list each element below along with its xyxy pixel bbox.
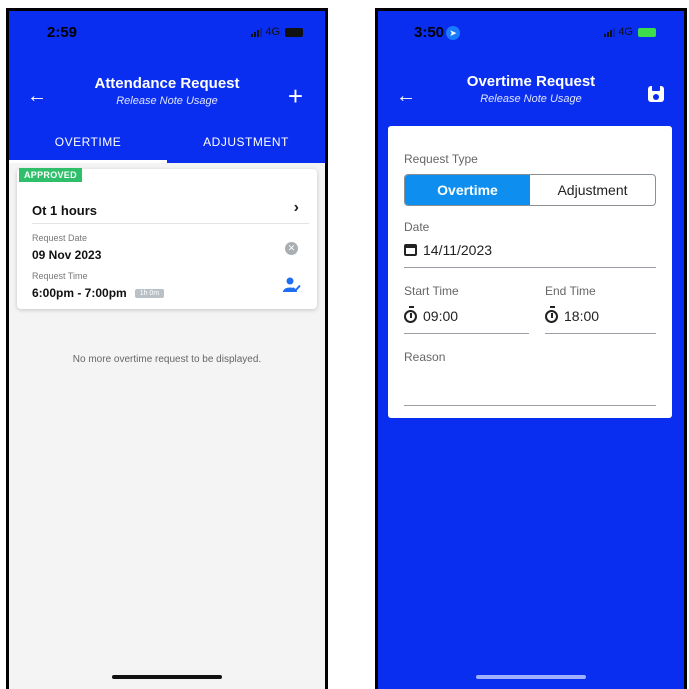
date-field[interactable]: 14/11/2023	[404, 228, 656, 268]
request-title[interactable]: Ot 1 hours	[32, 203, 97, 218]
app-header: ← Overtime Request Release Note Usage	[378, 55, 684, 137]
start-time-field[interactable]: 09:00	[404, 294, 529, 334]
status-time-row: 3:50 ➤	[414, 24, 461, 41]
request-date-label: Request Date	[32, 233, 88, 243]
page-title: Overtime Request	[466, 73, 596, 90]
request-type-label: Request Type	[404, 152, 478, 166]
tab-adjustment[interactable]: ADJUSTMENT	[167, 127, 325, 163]
end-time-value-row: 18:00	[545, 305, 600, 324]
status-badge: APPROVED	[19, 168, 82, 182]
timer-icon	[404, 305, 417, 323]
request-time-value: 6:00pm - 7:00pm	[32, 286, 127, 300]
date-value: 14/11/2023	[423, 242, 493, 258]
start-time-value: 09:00	[423, 308, 459, 324]
network-label: 4G	[265, 26, 280, 38]
segment-adjustment[interactable]: Adjustment	[530, 175, 655, 205]
home-indicator	[476, 675, 586, 679]
request-time-row: 6:00pm - 7:00pm 1h 0m	[32, 286, 165, 300]
tab-bar: OVERTIME ADJUSTMENT	[9, 127, 325, 163]
network-label: 4G	[618, 26, 633, 38]
signal-icon	[604, 27, 616, 37]
status-time: 2:59	[47, 24, 78, 41]
duration-chip: 1h 0m	[134, 289, 165, 299]
divider	[32, 223, 309, 224]
signal-icon	[251, 27, 263, 37]
chevron-right-icon[interactable]: ›	[294, 199, 299, 217]
signal-indicator: 4G	[604, 26, 656, 38]
reason-label: Reason	[404, 350, 446, 364]
segment-overtime[interactable]: Overtime	[405, 175, 530, 205]
empty-list-message: No more overtime request to be displayed…	[72, 354, 262, 365]
person-check-icon[interactable]	[283, 277, 301, 293]
request-time-label: Request Time	[32, 271, 88, 281]
calendar-icon	[404, 244, 417, 256]
save-icon[interactable]	[648, 86, 664, 102]
page-title: Attendance Request	[94, 75, 240, 92]
end-time-value: 18:00	[564, 308, 600, 324]
attendance-request-screen: 2:59 4G ← Attendance Request Release Not…	[6, 8, 328, 689]
plus-icon[interactable]: +	[288, 81, 303, 112]
battery-charging-icon	[638, 27, 656, 37]
location-icon: ➤	[446, 26, 461, 41]
page-subtitle: Release Note Usage	[480, 93, 582, 105]
battery-icon	[285, 27, 303, 37]
home-indicator	[112, 675, 222, 679]
app-header: ← Attendance Request Release Note Usage …	[9, 55, 325, 137]
start-time-value-row: 09:00	[404, 305, 459, 324]
tab-overtime[interactable]: OVERTIME	[9, 127, 167, 163]
signal-indicator: 4G	[251, 26, 303, 38]
date-value-row: 14/11/2023	[404, 242, 492, 258]
reason-field[interactable]	[404, 366, 656, 406]
overtime-request-screen: 3:50 ➤ 4G ← Overtime Request Release Note…	[375, 8, 687, 689]
cancel-icon[interactable]: ✕	[285, 242, 298, 255]
page-subtitle: Release Note Usage	[116, 95, 218, 107]
overtime-request-card[interactable]: APPROVED Ot 1 hours › Request Date 09 No…	[17, 168, 317, 309]
status-time: 3:50	[414, 24, 445, 41]
status-bar: 2:59 4G	[9, 11, 325, 55]
request-date-value: 09 Nov 2023	[32, 248, 102, 262]
status-bar: 3:50 ➤ 4G	[378, 11, 684, 55]
request-type-segmented-control: Overtime Adjustment	[404, 174, 656, 206]
timer-icon	[545, 305, 558, 323]
end-time-field[interactable]: 18:00	[545, 294, 656, 334]
overtime-request-form: Request Type Overtime Adjustment Date 14…	[388, 126, 672, 418]
